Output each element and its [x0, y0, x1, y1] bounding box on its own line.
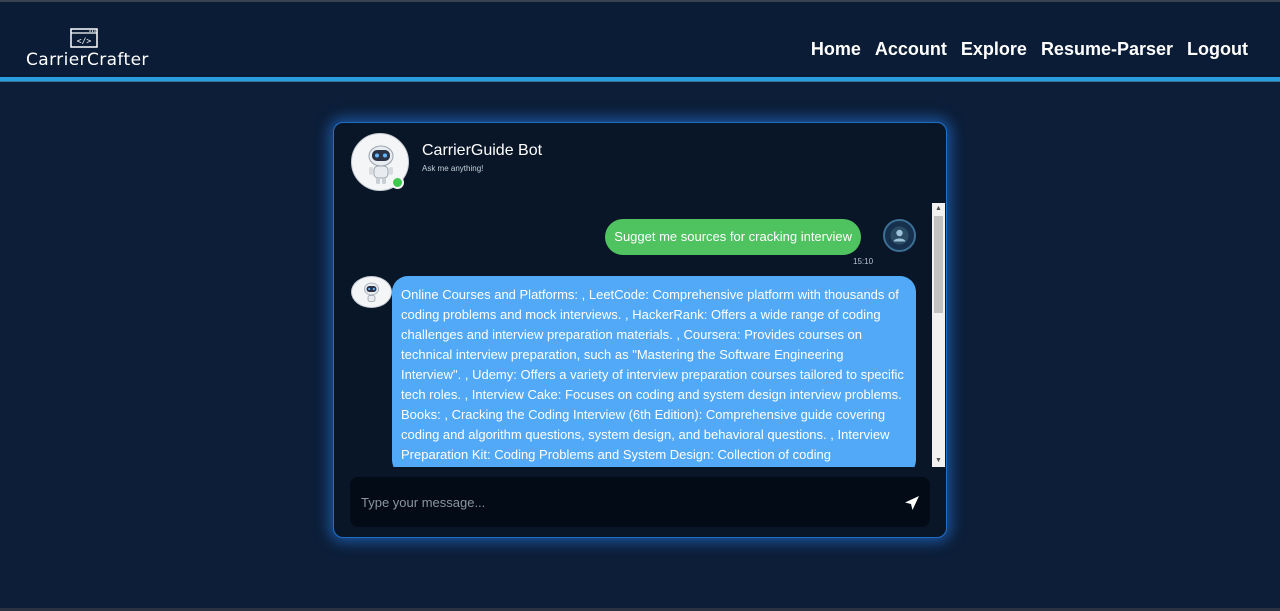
online-status-dot [391, 176, 404, 189]
code-glyph: </> [77, 37, 92, 46]
user-icon [890, 226, 909, 245]
message-scrollbar[interactable]: ▲ ▼ [932, 203, 945, 467]
message-timestamp: 15:10 [853, 257, 874, 266]
brand-name: CarrierCrafter [26, 50, 149, 70]
nav-resume-parser[interactable]: Resume-Parser [1041, 39, 1173, 60]
user-message-bubble: Sugget me sources for cracking interview [605, 219, 861, 255]
bot-subtitle: Ask me anything! [422, 164, 484, 173]
message-list[interactable]: Sugget me sources for cracking interview… [334, 203, 934, 467]
nav-explore[interactable]: Explore [961, 39, 1027, 60]
site-header: </> CarrierCrafter Home Account Explore … [0, 2, 1280, 78]
header-accent-highlight [0, 81, 1280, 82]
user-avatar [883, 219, 916, 252]
bot-message-bubble: Online Courses and Platforms: , LeetCode… [392, 276, 916, 467]
main-nav: Home Account Explore Resume-Parser Logou… [811, 39, 1248, 60]
robot-icon [364, 282, 379, 302]
scroll-up-arrow-icon[interactable]: ▲ [932, 203, 945, 215]
code-window-icon: </> [70, 28, 98, 48]
message-composer [350, 477, 930, 527]
send-icon[interactable] [902, 493, 922, 513]
bot-name: CarrierGuide Bot [422, 142, 543, 159]
brand-logo[interactable]: </> CarrierCrafter [26, 28, 149, 72]
nav-logout[interactable]: Logout [1187, 39, 1248, 60]
chat-window: CarrierGuide Bot Ask me anything! Sugget… [333, 122, 947, 538]
nav-home[interactable]: Home [811, 39, 861, 60]
scrollbar-thumb[interactable] [934, 216, 943, 313]
scroll-down-arrow-icon[interactable]: ▼ [932, 455, 945, 467]
bot-message-avatar [351, 276, 392, 308]
message-input[interactable] [350, 477, 898, 527]
nav-account[interactable]: Account [875, 39, 947, 60]
